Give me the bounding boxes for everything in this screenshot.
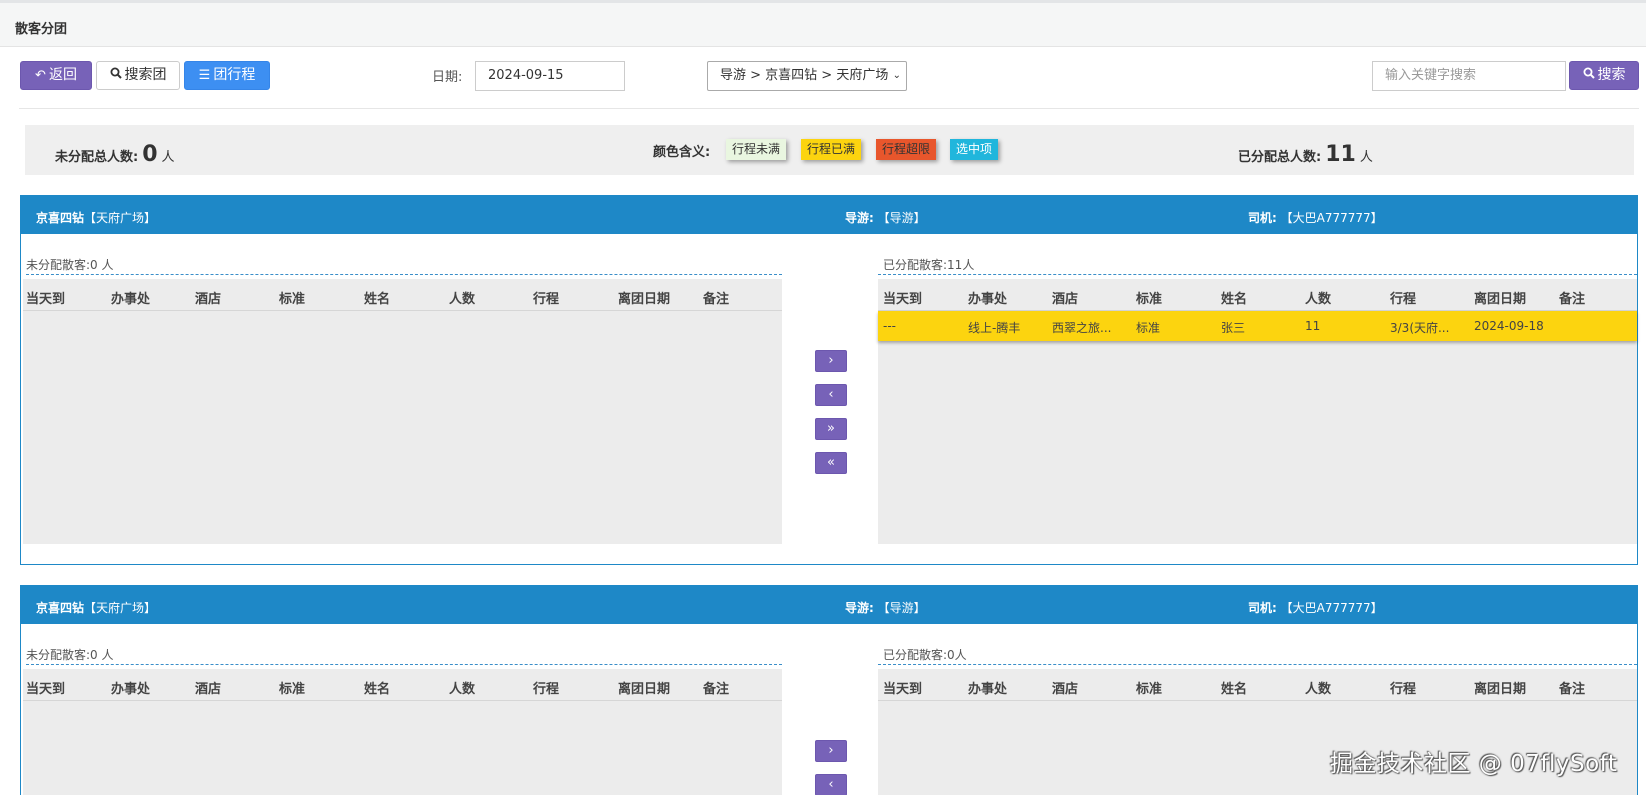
- route-select[interactable]: 导游 > 京喜四钻 > 天府广场 ⌄: [707, 61, 907, 91]
- unassigned-count: 0: [142, 142, 158, 167]
- table-row[interactable]: --- 线上-腾丰 西翠之旅... 标准 张三 11 3/3(天府... 202…: [878, 311, 1637, 341]
- legend-full: 行程已满: [801, 139, 862, 160]
- move-left-button[interactable]: ‹: [815, 774, 847, 795]
- group-itinerary-button[interactable]: ☰ 团行程: [184, 61, 270, 90]
- move-right-button[interactable]: ›: [815, 740, 847, 762]
- search-icon: [110, 62, 122, 89]
- table-header: 当天到 办事处 酒店 标准 姓名 人数 行程 离团日期 备注: [23, 279, 782, 311]
- dashed-divider: [878, 274, 1637, 275]
- reply-icon: ↶: [35, 68, 46, 83]
- group-name: 京喜四钻【天府广场】: [36, 601, 157, 615]
- panel-header: 京喜四钻【天府广场】 导游: 【导游】 司机: 【大巴A777777】: [21, 586, 1637, 624]
- list-icon: ☰: [198, 68, 211, 83]
- driver-info: 司机: 【大巴A777777】: [1248, 601, 1383, 615]
- route-select-value: 导游 > 京喜四钻 > 天府广场: [720, 68, 889, 83]
- table-header: 当天到 办事处 酒店 标准 姓名 人数 行程 离团日期 备注: [878, 669, 1637, 701]
- panel-header: 京喜四钻【天府广场】 导游: 【导游】 司机: 【大巴A777777】: [21, 196, 1637, 234]
- back-button[interactable]: ↶ 返回: [20, 61, 92, 90]
- search-group-button[interactable]: 搜索团: [96, 61, 180, 90]
- legend-over-limit: 行程超限: [876, 139, 937, 160]
- search-button[interactable]: 搜索: [1569, 61, 1639, 90]
- group-name: 京喜四钻【天府广场】: [36, 211, 157, 225]
- unassigned-title: 未分配散客:0 人: [26, 258, 114, 272]
- date-field[interactable]: 2024-09-15: [475, 61, 625, 91]
- unassigned-total: 未分配总人数: 0 人: [55, 142, 175, 167]
- divider: [19, 108, 1639, 109]
- chevron-down-icon: ⌄: [892, 70, 901, 81]
- legend-not-full: 行程未满: [726, 139, 787, 160]
- unassigned-title: 未分配散客:0 人: [26, 648, 114, 662]
- assigned-count: 11: [1325, 142, 1356, 167]
- driver-info: 司机: 【大巴A777777】: [1248, 211, 1383, 225]
- watermark: 掘金技术社区 @ 07flySoft: [1330, 751, 1618, 777]
- assigned-title: 已分配散客:0人: [883, 648, 967, 662]
- assigned-table: 当天到 办事处 酒店 标准 姓名 人数 行程 离团日期 备注 --- 线上-腾丰…: [878, 279, 1637, 544]
- dashed-divider: [878, 664, 1637, 665]
- legend-label: 颜色含义:: [653, 145, 711, 160]
- unassigned-table: 当天到 办事处 酒店 标准 姓名 人数 行程 离团日期 备注: [23, 669, 782, 795]
- group-panel: 京喜四钻【天府广场】 导游: 【导游】 司机: 【大巴A777777】 未分配散…: [20, 195, 1638, 565]
- search-input[interactable]: 输入关键字搜索: [1372, 61, 1566, 91]
- date-label: 日期:: [432, 70, 463, 85]
- assigned-title: 已分配散客:11人: [883, 258, 975, 272]
- summary-bar: 未分配总人数: 0 人 颜色含义: 行程未满 行程已满 行程超限 选中项 已分配总人…: [25, 125, 1634, 175]
- move-all-left-button[interactable]: «: [815, 452, 847, 474]
- table-header: 当天到 办事处 酒店 标准 姓名 人数 行程 离团日期 备注: [23, 669, 782, 701]
- move-all-right-button[interactable]: »: [815, 418, 847, 440]
- unassigned-table: 当天到 办事处 酒店 标准 姓名 人数 行程 离团日期 备注: [23, 279, 782, 544]
- table-header: 当天到 办事处 酒店 标准 姓名 人数 行程 离团日期 备注: [878, 279, 1637, 311]
- dashed-divider: [26, 664, 782, 665]
- top-bar: 散客分团: [0, 0, 1646, 47]
- page-title: 散客分团: [15, 22, 68, 37]
- move-right-button[interactable]: ›: [815, 350, 847, 372]
- search-icon: [1583, 62, 1595, 89]
- dashed-divider: [26, 274, 782, 275]
- guide-info: 导游: 【导游】: [845, 211, 926, 225]
- assigned-total: 已分配总人数: 11 人: [1238, 142, 1373, 167]
- legend-selected: 选中项: [950, 139, 999, 160]
- guide-info: 导游: 【导游】: [845, 601, 926, 615]
- move-left-button[interactable]: ‹: [815, 384, 847, 406]
